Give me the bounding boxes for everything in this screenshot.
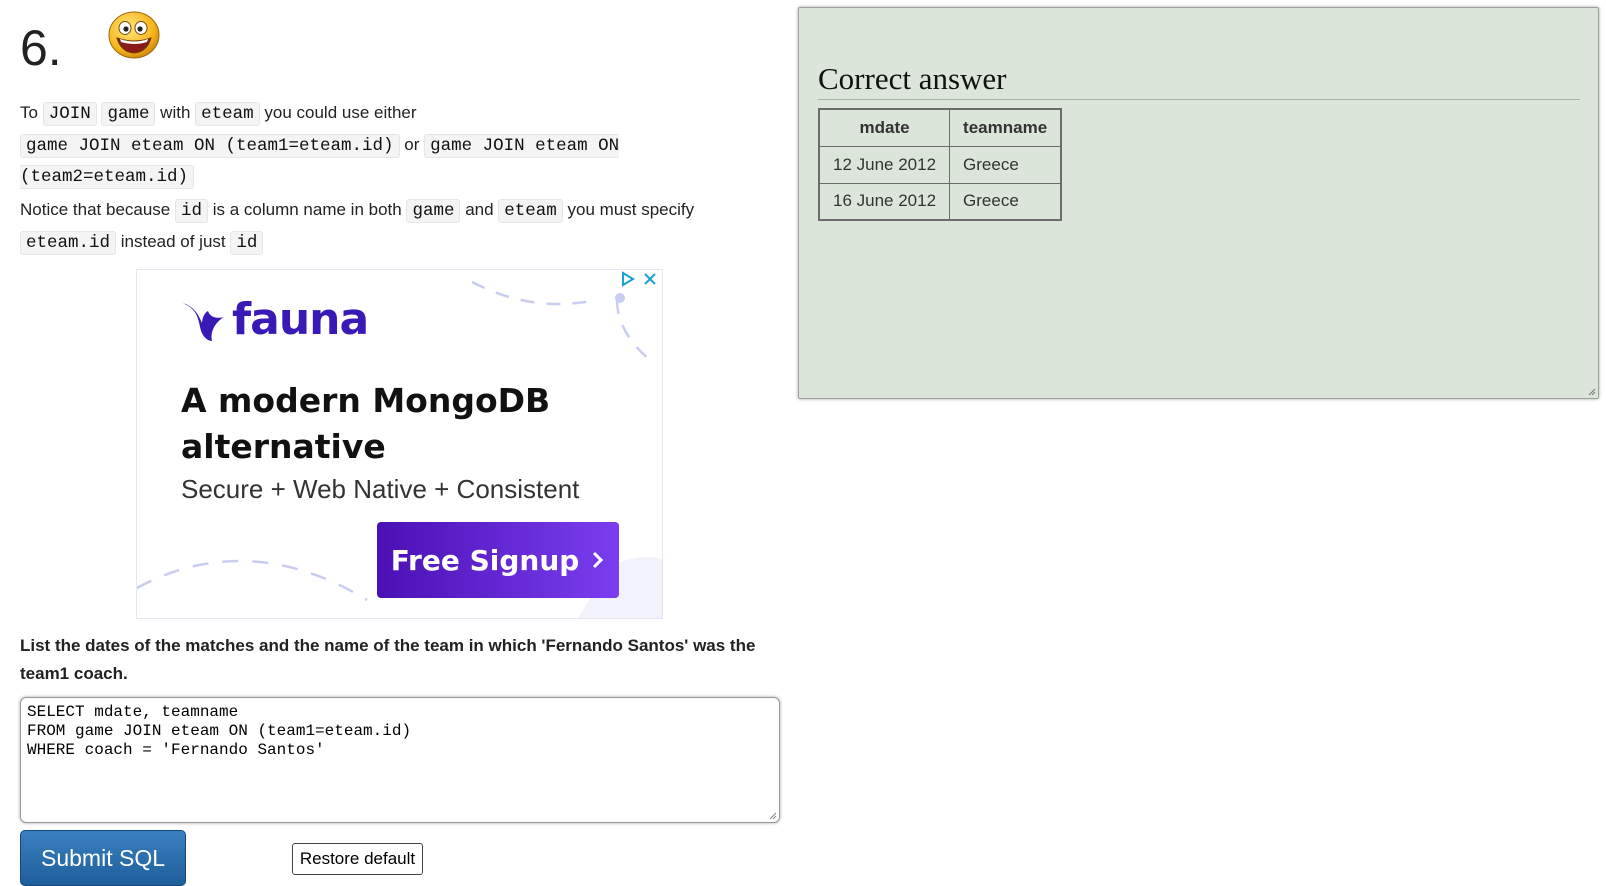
ad-subline: Secure + Web Native + Consistent — [181, 474, 580, 504]
correct-answer-panel: Correct answer mdate teamname 12 June 20… — [798, 7, 1599, 399]
table-header-row: mdate teamname — [818, 108, 1062, 147]
code-id: id — [174, 199, 208, 223]
text: you could use either — [259, 103, 417, 122]
cell-teamname: Greece — [949, 182, 1062, 221]
code-eteam: eteam — [498, 199, 563, 223]
code-eteam: eteam — [195, 102, 260, 126]
correct-answer-title: Correct answer — [818, 61, 1580, 100]
close-ad-icon[interactable] — [642, 271, 658, 287]
table-row: 12 June 2012 Greece — [818, 145, 1062, 184]
table-row: 16 June 2012 Greece — [818, 182, 1062, 221]
ad-brand-name: fauna — [232, 294, 369, 345]
text: you must specify — [562, 200, 695, 219]
column-header-teamname: teamname — [949, 108, 1062, 147]
text: To — [20, 103, 43, 122]
free-signup-button[interactable]: Free Signup — [377, 522, 619, 598]
smiley-face-icon — [108, 11, 160, 59]
restore-default-button[interactable]: Restore default — [292, 843, 423, 875]
chevron-right-icon — [593, 551, 604, 569]
free-signup-label: Free Signup — [390, 543, 580, 577]
ad-top-icons — [620, 271, 658, 287]
code-eteam-id: eteam.id — [20, 230, 117, 255]
column-header-mdate: mdate — [818, 108, 951, 147]
text: instead of just — [116, 231, 231, 251]
cell-mdate: 16 June 2012 — [818, 182, 951, 221]
sql-editor[interactable]: SELECT mdate, teamname FROM game JOIN et… — [20, 697, 780, 823]
join-explanation: To JOIN game with eteam you could use ei… — [20, 98, 760, 193]
fauna-bird-icon — [182, 302, 224, 341]
question-prompt: List the dates of the matches and the na… — [20, 636, 756, 683]
advertisement-banner[interactable]: fauna A modern MongoDB alternative Secur… — [136, 269, 663, 619]
sql-line: FROM game JOIN eteam ON (team1=eteam.id) — [27, 722, 412, 740]
submit-sql-button[interactable]: Submit SQL — [20, 830, 186, 886]
notice-explanation: Notice that because id is a column name … — [20, 195, 760, 258]
code-game: game — [101, 102, 156, 126]
text: or — [399, 134, 425, 154]
text: is a column name in both — [208, 200, 407, 219]
code-join: JOIN — [42, 102, 97, 126]
question-number: 6. — [20, 20, 62, 76]
code-join-team1: game JOIN eteam ON (team1=eteam.id) — [20, 133, 400, 158]
text: and — [460, 200, 499, 219]
cell-mdate: 12 June 2012 — [818, 145, 951, 184]
answer-table: mdate teamname 12 June 2012 Greece 16 Ju… — [818, 108, 1063, 221]
code-id: id — [230, 230, 264, 255]
cell-teamname: Greece — [949, 145, 1062, 184]
ad-headline: A modern MongoDB alternative — [181, 381, 551, 466]
sql-line: SELECT mdate, teamname — [27, 703, 239, 721]
text: Notice that because — [20, 200, 175, 219]
resize-grip-icon[interactable] — [1588, 388, 1596, 396]
text: with — [155, 103, 196, 122]
code-game: game — [406, 199, 461, 223]
sql-line: WHERE coach = 'Fernando Santos' — [27, 741, 325, 759]
adchoices-icon[interactable] — [620, 271, 636, 287]
resize-grip-icon[interactable] — [769, 812, 777, 820]
question-header: 6. — [20, 11, 160, 78]
ad-logo: fauna — [180, 294, 369, 345]
